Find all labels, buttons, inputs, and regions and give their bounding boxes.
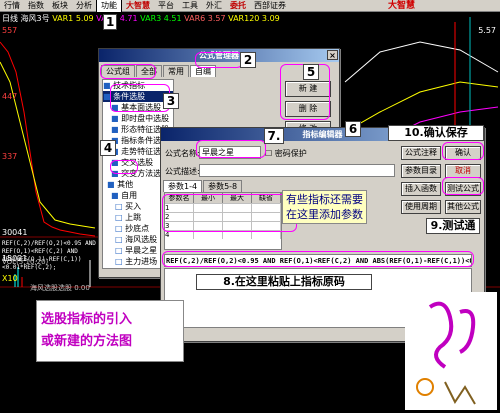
cancel-button[interactable]: 取消 (445, 164, 481, 178)
step-7-marker: 7. (264, 128, 284, 144)
tree-label: 买入 (125, 202, 142, 211)
indicator-infoline: 日线 海风3号 VAR1 5.09 VAR2 4.71 VAR3 4.51 VA… (2, 13, 280, 24)
params-note: 有些指标还需要 在这里添加参数 (282, 190, 367, 224)
panel-label: 海风选股选股 0.00 (30, 283, 90, 293)
highlight-oval (442, 142, 484, 160)
panel-value: 0.00 (74, 284, 90, 292)
tab-common[interactable]: 常用 (163, 65, 189, 77)
volume-tick-2: 15021 (2, 254, 28, 263)
tree-label: 即时盘中选股 (121, 114, 170, 123)
brand-logo: 大智慧 (388, 1, 416, 11)
params-note-line-1: 有些指标还需要 (286, 193, 363, 206)
step-10-marker: 10.确认保存 (388, 125, 484, 141)
tree-label: 海风选股 (125, 235, 158, 244)
tree-label: 主力进场 (125, 257, 158, 266)
menu-item-analysis[interactable]: 分析 (72, 0, 96, 12)
menu-item-quotes[interactable]: 行情 (0, 0, 24, 12)
folder-icon: ■ (107, 180, 115, 189)
step-3-marker: 3 (163, 93, 179, 109)
highlight-oval (100, 64, 156, 79)
y-tick-mid: 447 (2, 92, 18, 101)
folder-icon: ■ (111, 191, 119, 200)
param-catalog-button[interactable]: 参数目录 (401, 164, 441, 178)
decorative-figure-icon (416, 301, 476, 405)
volume-tick-1: 30041 (2, 228, 28, 237)
formula-icon: □ (115, 224, 123, 233)
tutorial-title: 选股指标的引入 或新建的方法图 (36, 300, 184, 362)
highlight-oval (442, 177, 484, 195)
menu-item-forex[interactable]: 外汇 (202, 0, 226, 12)
menu-item-tools[interactable]: 工具 (178, 0, 202, 12)
highlight-oval (110, 84, 170, 112)
tutorial-title-line-1: 选股指标的引入 (41, 312, 133, 327)
formula-icon: □ (115, 213, 123, 222)
formula-icon: □ (115, 268, 123, 269)
close-icon[interactable]: × (327, 50, 338, 60)
folder-icon: ■ (111, 125, 119, 134)
menu-bar: 行情 指数 板块 分析 功能 大智慧 平台 工具 外汇 委托 西部证券 (0, 0, 500, 13)
ma1-value: VAR1 5.09 (52, 14, 94, 23)
highlight-oval (195, 52, 243, 68)
formula-desc-input[interactable] (199, 164, 395, 177)
other-formula-button[interactable]: 其他公式 (445, 200, 481, 214)
highlight-oval (196, 140, 266, 158)
step-4-marker: 4 (100, 140, 116, 156)
formula-icon: □ (115, 235, 123, 244)
highlight-oval (162, 194, 297, 232)
menu-item-sector[interactable]: 板块 (48, 0, 72, 12)
formula-icon: □ (115, 202, 123, 211)
formula-icon: □ (115, 257, 123, 266)
param-tabs: 参数1-4 参数5-8 (163, 180, 243, 192)
ma4-value: VAR6 3.57 (184, 14, 226, 23)
formula-name-label: 公式名称: (165, 149, 200, 158)
highlight-oval (162, 251, 474, 267)
formula-comment-button[interactable]: 公式注释 (401, 146, 441, 160)
tree-label: 早晨之星 (125, 246, 158, 255)
step-2-marker: 2 (240, 52, 256, 68)
params-note-line-2: 在这里添加参数 (286, 208, 363, 221)
volume-tick-3: X10 (2, 274, 18, 283)
formula-desc-label: 公式描述: (165, 167, 200, 176)
formula-icon: □ (115, 246, 123, 255)
menu-item-broker[interactable]: 西部证券 (250, 0, 290, 12)
step-6-marker: 6 (345, 121, 361, 137)
step-8-marker: 8.在这里粘贴上指标原码 (196, 274, 372, 290)
tree-label: 自用 (121, 191, 138, 200)
tree-label: 上跳 (125, 213, 142, 222)
indicator-editor-title: 指标编辑器 (302, 130, 343, 139)
password-label: 密码保护 (274, 149, 307, 158)
menu-item-function[interactable]: 功能 (96, 0, 122, 13)
tree-item[interactable]: ■ 即时盘中选股 (103, 113, 173, 124)
insert-function-button[interactable]: 插入函数 (401, 182, 441, 196)
tree-label: 抄底点 (125, 224, 150, 233)
ma3-value: VAR3 4.51 (140, 14, 182, 23)
y-tick-top: 557 (2, 26, 18, 35)
tutorial-title-line-2: 或新建的方法图 (41, 334, 133, 349)
menu-item-platform[interactable]: 平台 (154, 0, 178, 12)
step-9-marker: 9.测试通 (426, 218, 480, 234)
menu-item-index[interactable]: 指数 (24, 0, 48, 12)
step-1-marker: 1 (103, 14, 117, 30)
tab-params-5-8[interactable]: 参数5-8 (203, 180, 243, 192)
decorative-graphic (405, 292, 497, 410)
menu-item-trade[interactable]: 委托 (226, 0, 250, 12)
panel-name: 海风选股选股 (30, 284, 72, 292)
indicator-name: 海风3号 (20, 14, 50, 23)
ma5-value: VAR120 3.09 (228, 14, 280, 23)
use-period-button[interactable]: 使用周期 (401, 200, 441, 214)
tree-label: 突破 (125, 268, 141, 269)
step-5-marker: 5 (303, 64, 319, 80)
highlight-oval (110, 160, 138, 174)
folder-icon: ■ (111, 114, 119, 123)
tree-label: 其他 (117, 180, 134, 189)
y-tick-low: 337 (2, 152, 18, 161)
y-tick-right: 5.57 (478, 26, 496, 35)
password-checkbox[interactable]: ☐ 密码保护 (265, 148, 307, 159)
menu-item-dzh[interactable]: 大智慧 (122, 0, 154, 12)
period-label: 日线 (2, 14, 18, 23)
tab-params-1-4[interactable]: 参数1-4 (163, 180, 203, 192)
